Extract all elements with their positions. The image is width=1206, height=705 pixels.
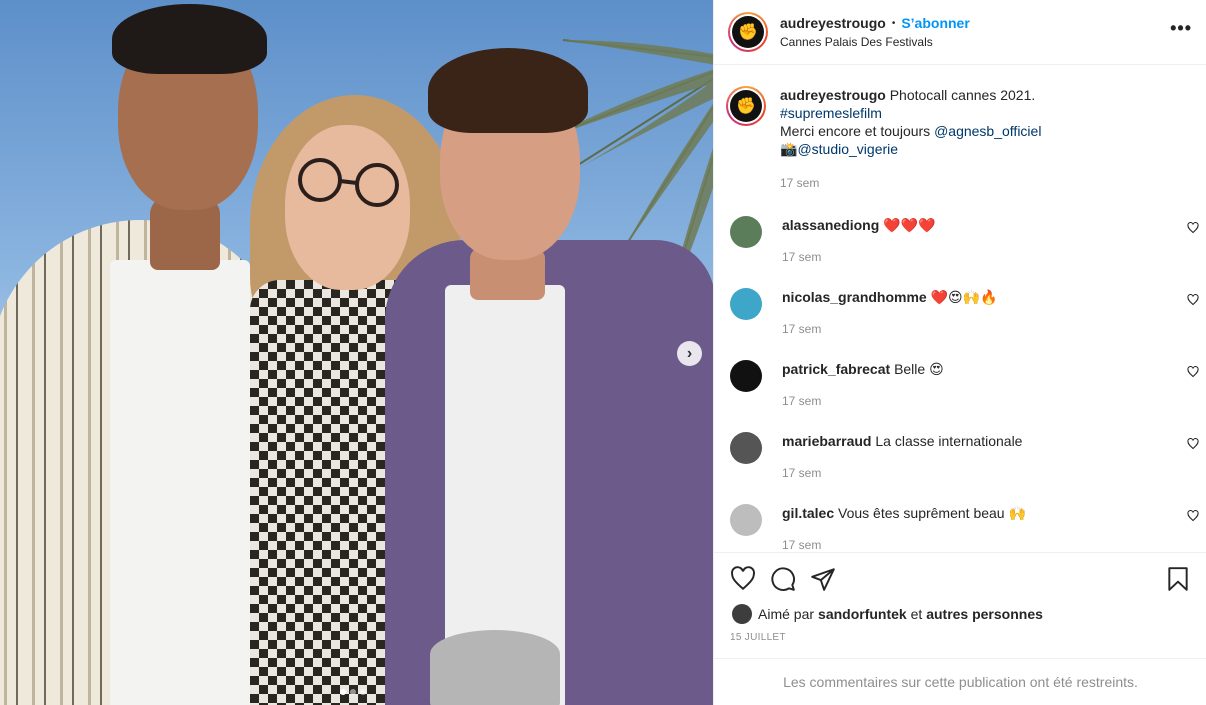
glasses-graphic bbox=[298, 158, 399, 207]
comment-row: gil.talec Vous êtes suprêment beau 🙌 17 s… bbox=[714, 478, 1206, 552]
comment-like-heart-icon[interactable] bbox=[1187, 510, 1199, 522]
caption-username[interactable]: audreyestrougo bbox=[780, 87, 886, 103]
author-avatar[interactable]: ✊ bbox=[728, 12, 768, 52]
caption-line1: Photocall cannes 2021. bbox=[889, 87, 1036, 103]
comments-restricted-notice: Les commentaires sur cette publication o… bbox=[714, 658, 1206, 705]
person-right-pants bbox=[430, 630, 560, 705]
action-bar: Aimé par sandorfuntek et autres personne… bbox=[714, 552, 1206, 658]
heart-icon[interactable] bbox=[730, 566, 756, 592]
commenter-avatar[interactable] bbox=[730, 504, 762, 536]
carousel-dot-2 bbox=[350, 689, 356, 695]
comment-like-heart-icon[interactable] bbox=[1187, 366, 1199, 378]
comment-items: alassanediong ❤️❤️❤️ 17 sem nicolas_grandh… bbox=[714, 190, 1206, 552]
raised-fist-icon: ✊ bbox=[738, 24, 758, 41]
more-options-icon[interactable]: ••• bbox=[1170, 18, 1192, 39]
paper-plane-icon[interactable] bbox=[810, 566, 836, 592]
comment-like-heart-icon[interactable] bbox=[1187, 222, 1199, 234]
commenter-avatar[interactable] bbox=[730, 216, 762, 248]
person-left-hair bbox=[112, 4, 267, 74]
commenter-username[interactable]: mariebarraud bbox=[782, 433, 871, 449]
post-header: ✊ audreyestrougo • S’abonner Cannes Pala… bbox=[714, 0, 1206, 65]
commenter-avatar[interactable] bbox=[730, 432, 762, 464]
commenter-username[interactable]: patrick_fabrecat bbox=[782, 361, 890, 377]
comment-text: Belle 😍 bbox=[894, 361, 944, 377]
likes-summary: Aimé par sandorfuntek et autres personne… bbox=[714, 592, 1206, 624]
person-right-hair bbox=[428, 48, 588, 133]
carousel-dot-1 bbox=[340, 689, 346, 695]
carousel-next-button[interactable]: › bbox=[677, 341, 702, 366]
comment-text: ❤️😍🙌🔥 bbox=[930, 289, 998, 305]
post-date[interactable]: 15 JUILLET bbox=[714, 624, 1206, 643]
comments-list[interactable]: ✊ audreyestrougo Photocall cannes 2021. … bbox=[714, 66, 1206, 552]
bookmark-icon[interactable] bbox=[1165, 566, 1191, 592]
liker-username[interactable]: sandorfuntek bbox=[818, 606, 907, 622]
commenter-username[interactable]: alassanediong bbox=[782, 217, 879, 233]
comment-icon[interactable] bbox=[770, 566, 796, 592]
caption-line3: Merci encore et toujours bbox=[780, 123, 935, 139]
post-photo[interactable]: › bbox=[0, 0, 713, 705]
post-side-panel: ✊ audreyestrougo • S’abonner Cannes Pala… bbox=[713, 0, 1206, 705]
follow-button[interactable]: S’abonner bbox=[901, 15, 969, 31]
caption-mention-agnesb[interactable]: @agnesb_officiel bbox=[934, 123, 1041, 139]
comment-text: Vous êtes suprêment beau 🙌 bbox=[838, 505, 1026, 521]
post-viewer: › ✊ audreyestrougo • S’abonner Cannes Pa… bbox=[0, 0, 1206, 705]
camera-icon: 📸 bbox=[780, 141, 798, 157]
comment-row: patrick_fabrecat Belle 😍 17 sem bbox=[714, 334, 1206, 408]
post-caption: ✊ audreyestrougo Photocall cannes 2021. … bbox=[714, 66, 1206, 190]
comment-like-heart-icon[interactable] bbox=[1187, 294, 1199, 306]
comment-like-heart-icon[interactable] bbox=[1187, 438, 1199, 450]
caption-avatar[interactable]: ✊ bbox=[726, 86, 766, 126]
caption-hashtag[interactable]: #supremeslefilm bbox=[780, 105, 882, 121]
author-username[interactable]: audreyestrougo bbox=[780, 15, 886, 31]
carousel-dots bbox=[340, 689, 366, 695]
caption-mention-studio[interactable]: @studio_vigerie bbox=[797, 141, 898, 157]
comment-text: La classe internationale bbox=[875, 433, 1023, 449]
comment-row: nicolas_grandhomme ❤️😍🙌🔥 17 sem bbox=[714, 262, 1206, 336]
commenter-avatar[interactable] bbox=[730, 360, 762, 392]
separator-dot: • bbox=[891, 17, 896, 29]
carousel-dot-3 bbox=[360, 689, 366, 695]
post-location[interactable]: Cannes Palais Des Festivals bbox=[780, 35, 970, 49]
other-likers-link[interactable]: autres personnes bbox=[926, 606, 1043, 622]
chevron-right-icon: › bbox=[686, 344, 693, 362]
comment-text: ❤️❤️❤️ bbox=[883, 217, 936, 233]
likes-middle: et bbox=[906, 606, 927, 622]
commenter-avatar[interactable] bbox=[730, 288, 762, 320]
comment-time[interactable]: 17 sem bbox=[782, 538, 1026, 552]
caption-time[interactable]: 17 sem bbox=[780, 176, 1041, 190]
comment-row: alassanediong ❤️❤️❤️ 17 sem bbox=[714, 190, 1206, 264]
person-left-tshirt bbox=[110, 260, 250, 705]
comment-row: mariebarraud La classe internationale 17 … bbox=[714, 406, 1206, 480]
liker-avatar[interactable] bbox=[732, 604, 752, 624]
likes-prefix: Aimé par bbox=[758, 606, 815, 622]
raised-fist-icon: ✊ bbox=[736, 98, 756, 115]
commenter-username[interactable]: nicolas_grandhomme bbox=[782, 289, 927, 305]
commenter-username[interactable]: gil.talec bbox=[782, 505, 834, 521]
